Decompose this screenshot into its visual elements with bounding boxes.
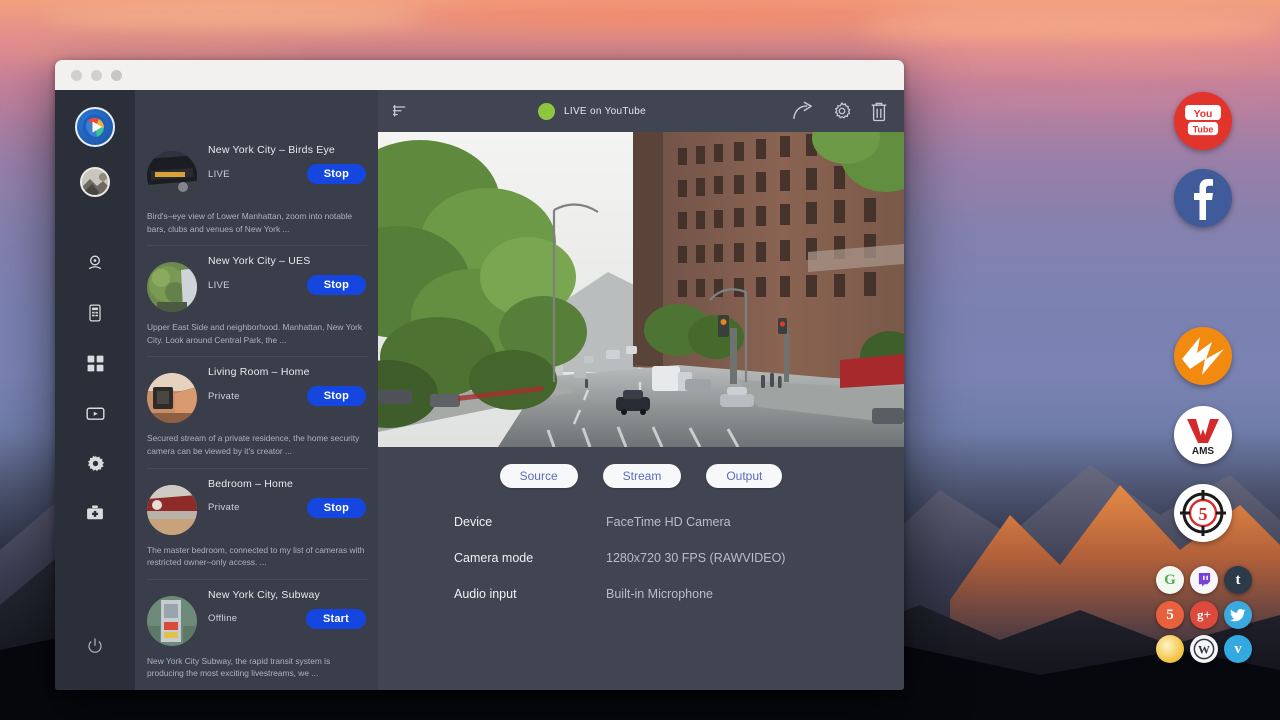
desktop-mini-icon-g[interactable]: G: [1156, 566, 1184, 594]
camera-list-item[interactable]: New York City – UES LIVE Stop Upper East…: [135, 245, 378, 356]
camera-title: Bedroom – Home: [208, 478, 366, 490]
camera-list-item[interactable]: New York City, Subway Offline Start New …: [135, 579, 378, 690]
window-minimize-button[interactable]: [91, 70, 102, 81]
live-status-dot: [538, 103, 555, 120]
info-label-audio-input: Audio input: [454, 587, 606, 601]
user-avatar[interactable]: [80, 167, 110, 197]
info-row: Device FaceTime HD Camera: [454, 515, 904, 529]
desktop-mini-icon-twitch[interactable]: [1190, 566, 1218, 594]
svg-text:5: 5: [1199, 504, 1208, 524]
top-toolbar: LIVE on YouTube: [378, 90, 904, 132]
sidebar-item-settings[interactable]: [75, 443, 115, 483]
camera-status: Offline: [208, 613, 237, 624]
camera-toggle-button[interactable]: Stop: [307, 164, 366, 184]
camera-list-panel: New York City – Birds Eye LIVE Stop Bird…: [135, 90, 378, 690]
desktop-icon-target-five[interactable]: 5: [1174, 484, 1232, 542]
desktop-mini-icon-twitter[interactable]: [1224, 601, 1252, 629]
segmented-tabs: Source Stream Output: [378, 447, 904, 488]
sidebar-item-broadcast[interactable]: [75, 393, 115, 433]
camera-status: Private: [208, 502, 240, 513]
camera-title: New York City – UES: [208, 255, 366, 267]
source-info-table: Device FaceTime HD Camera Camera mode 12…: [378, 488, 904, 623]
live-status-indicator: LIVE on YouTube: [402, 103, 782, 120]
camera-description: New York City Subway, the rapid transit …: [147, 655, 366, 680]
share-arrow-icon[interactable]: [792, 101, 814, 121]
window-close-button[interactable]: [71, 70, 82, 81]
camera-description: Secured stream of a private residence, t…: [147, 432, 366, 457]
camera-status: Private: [208, 391, 240, 402]
camera-thumbnail: [147, 596, 197, 646]
camera-description: Bird's–eye view of Lower Manhattan, zoom…: [147, 210, 366, 235]
app-body: New York City – Birds Eye LIVE Stop Bird…: [55, 90, 904, 690]
info-row: Audio input Built-in Microphone: [454, 587, 904, 601]
desktop-mini-icon-five[interactable]: 5: [1156, 601, 1184, 629]
desktop-icon-youtube[interactable]: You Tube: [1174, 92, 1232, 150]
svg-text:You: You: [1194, 109, 1213, 120]
camera-title: Living Room – Home: [208, 366, 366, 378]
video-preview[interactable]: [378, 132, 904, 447]
app-logo-icon[interactable]: [75, 107, 115, 147]
sidebar-item-webcam[interactable]: [75, 243, 115, 283]
camera-list-header: [135, 90, 378, 132]
camera-description: The master bedroom, connected to my list…: [147, 544, 366, 569]
info-value-camera-mode[interactable]: 1280x720 30 FPS (RAWVIDEO): [606, 551, 785, 565]
sidebar-item-power[interactable]: [75, 626, 115, 666]
sidebar-item-support[interactable]: [75, 493, 115, 533]
main-panel: LIVE on YouTube: [378, 90, 904, 690]
info-label-camera-mode: Camera mode: [454, 551, 606, 565]
window-titlebar: [55, 60, 904, 90]
svg-text:W: W: [1198, 643, 1210, 657]
cloud-streak: [950, 92, 1280, 110]
desktop-mini-icon-vimeo[interactable]: v: [1224, 635, 1252, 663]
video-frame: [378, 132, 904, 447]
camera-toggle-button[interactable]: Stop: [307, 498, 366, 518]
camera-title: New York City – Birds Eye: [208, 144, 366, 156]
camera-list-item[interactable]: Bedroom – Home Private Stop The master b…: [135, 468, 378, 579]
camera-list[interactable]: New York City – Birds Eye LIVE Stop Bird…: [135, 132, 378, 690]
camera-toggle-button[interactable]: Stop: [307, 386, 366, 406]
cloud-streak: [40, 4, 420, 30]
tab-stream[interactable]: Stream: [603, 464, 682, 488]
info-value-audio-input[interactable]: Built-in Microphone: [606, 587, 713, 601]
desktop-icon-adobe-ams[interactable]: AMS: [1174, 406, 1232, 464]
desktop-mini-icon-tumblr[interactable]: t: [1224, 566, 1252, 594]
app-window: New York City – Birds Eye LIVE Stop Bird…: [55, 60, 904, 690]
window-zoom-button[interactable]: [111, 70, 122, 81]
gear-icon[interactable]: [832, 101, 852, 121]
tab-output[interactable]: Output: [706, 464, 782, 488]
desktop-mini-icon-google-plus[interactable]: g+: [1190, 601, 1218, 629]
cloud-streak: [0, 40, 300, 60]
camera-thumbnail: [147, 485, 197, 535]
trash-icon[interactable]: [870, 101, 888, 122]
camera-thumbnail: [147, 262, 197, 312]
toolbar-actions: [792, 101, 888, 122]
camera-status: LIVE: [208, 280, 230, 291]
desktop-mini-icon-flickr[interactable]: [1156, 635, 1184, 663]
camera-thumbnail: [147, 373, 197, 423]
desktop-icon-facebook[interactable]: [1174, 169, 1232, 227]
info-row: Camera mode 1280x720 30 FPS (RAWVIDEO): [454, 551, 904, 565]
svg-text:Tube: Tube: [1193, 124, 1214, 134]
info-label-device: Device: [454, 515, 606, 529]
camera-toggle-button[interactable]: Stop: [307, 275, 366, 295]
sidebar-item-grid[interactable]: [75, 343, 115, 383]
info-value-device[interactable]: FaceTime HD Camera: [606, 515, 731, 529]
cloud-streak: [920, 50, 1280, 72]
camera-description: Upper East Side and neighborhood. Manhat…: [147, 321, 366, 346]
camera-title: New York City, Subway: [208, 589, 366, 601]
tab-source[interactable]: Source: [500, 464, 578, 488]
sidebar-item-device[interactable]: [75, 293, 115, 333]
camera-toggle-button[interactable]: Start: [306, 609, 366, 629]
cloud-streak: [860, 10, 1280, 44]
svg-text:AMS: AMS: [1192, 446, 1215, 457]
desktop-mini-icon-wordpress[interactable]: W: [1190, 635, 1218, 663]
camera-status: LIVE: [208, 169, 230, 180]
left-rail: [55, 90, 135, 690]
camera-list-item[interactable]: Living Room – Home Private Stop Secured …: [135, 356, 378, 467]
desktop-icon-wowza[interactable]: [1174, 327, 1232, 385]
camera-list-item[interactable]: New York City – Birds Eye LIVE Stop Bird…: [135, 134, 378, 245]
camera-thumbnail: [147, 151, 197, 201]
live-status-label: LIVE on YouTube: [564, 106, 646, 117]
